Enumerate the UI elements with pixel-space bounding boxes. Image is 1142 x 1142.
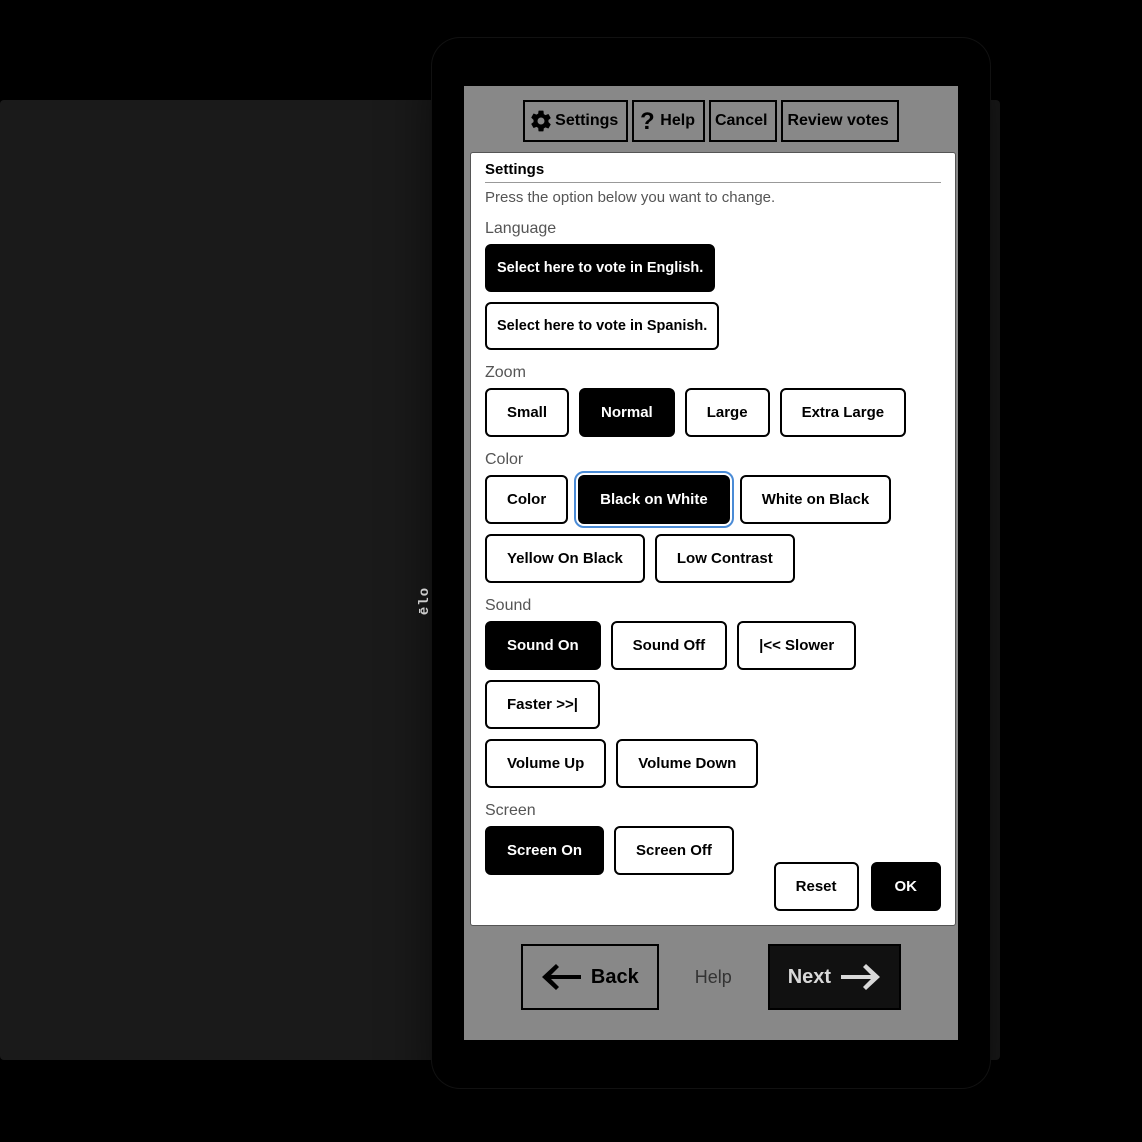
language-section-label: Language xyxy=(485,220,941,238)
volume-up-option[interactable]: Volume Up xyxy=(485,739,606,788)
device-brand-label: ēlo xyxy=(417,587,433,615)
sound-on-option[interactable]: Sound On xyxy=(485,621,601,670)
tablet-screen: Settings ? Help Cancel Review votes xyxy=(462,84,960,1042)
modal-footer: Reset OK xyxy=(774,862,941,911)
zoom-section-label: Zoom xyxy=(485,364,941,382)
sound-options: Sound On Sound Off |<< Slower Faster >>| xyxy=(485,621,941,729)
arrow-left-icon xyxy=(541,963,581,991)
reset-button[interactable]: Reset xyxy=(774,862,859,911)
zoom-options: Small Normal Large Extra Large xyxy=(485,388,941,437)
settings-button[interactable]: Settings xyxy=(523,100,628,142)
review-votes-button[interactable]: Review votes xyxy=(781,100,898,142)
modal-title: Settings xyxy=(485,161,941,183)
color-white-on-black-option[interactable]: White on Black xyxy=(740,475,892,524)
sound-slower-option[interactable]: |<< Slower xyxy=(737,621,856,670)
page: ēlo Settings ? Help Cancel xyxy=(0,0,1142,1142)
sound-faster-option[interactable]: Faster >>| xyxy=(485,680,600,729)
zoom-normal-option[interactable]: Normal xyxy=(579,388,675,437)
color-section-label: Color xyxy=(485,451,941,469)
bottom-help-label[interactable]: Help xyxy=(695,967,732,988)
cancel-button-label: Cancel xyxy=(715,112,767,130)
color-low-contrast-option[interactable]: Low Contrast xyxy=(655,534,795,583)
language-spanish-option[interactable]: Select here to vote in Spanish. xyxy=(485,302,719,350)
language-english-option[interactable]: Select here to vote in English. xyxy=(485,244,715,292)
review-votes-button-label: Review votes xyxy=(787,112,888,130)
cancel-button[interactable]: Cancel xyxy=(709,100,777,142)
zoom-extra-large-option[interactable]: Extra Large xyxy=(780,388,907,437)
modal-subtitle: Press the option below you want to chang… xyxy=(485,189,941,206)
svg-text:?: ? xyxy=(640,109,655,133)
ok-button[interactable]: OK xyxy=(871,862,942,911)
help-button[interactable]: ? Help xyxy=(632,100,705,142)
color-color-option[interactable]: Color xyxy=(485,475,568,524)
top-toolbar: Settings ? Help Cancel Review votes xyxy=(464,100,958,142)
color-options-row-2: Yellow On Black Low Contrast xyxy=(485,534,941,583)
screen-on-option[interactable]: Screen On xyxy=(485,826,604,875)
next-button[interactable]: Next xyxy=(768,944,901,1010)
bottom-nav: Back Help Next xyxy=(464,944,958,1010)
screen-section-label: Screen xyxy=(485,802,941,820)
color-options: Color Black on White White on Black xyxy=(485,475,941,524)
help-button-label: Help xyxy=(660,112,695,130)
language-options: Select here to vote in English. Select h… xyxy=(485,244,941,350)
sound-off-option[interactable]: Sound Off xyxy=(611,621,727,670)
gear-icon xyxy=(529,109,553,133)
zoom-large-option[interactable]: Large xyxy=(685,388,770,437)
settings-button-label: Settings xyxy=(555,112,618,130)
settings-modal: Settings Press the option below you want… xyxy=(470,152,956,926)
next-button-label: Next xyxy=(788,966,831,989)
volume-down-option[interactable]: Volume Down xyxy=(616,739,758,788)
color-black-on-white-option[interactable]: Black on White xyxy=(578,475,730,524)
question-icon: ? xyxy=(638,109,658,133)
back-button-label: Back xyxy=(591,966,639,989)
zoom-small-option[interactable]: Small xyxy=(485,388,569,437)
screen-off-option[interactable]: Screen Off xyxy=(614,826,734,875)
sound-section-label: Sound xyxy=(485,597,941,615)
sound-options-row-2: Volume Up Volume Down xyxy=(485,739,941,788)
tablet-frame: ēlo Settings ? Help Cancel xyxy=(432,38,990,1088)
arrow-right-icon xyxy=(841,963,881,991)
color-yellow-on-black-option[interactable]: Yellow On Black xyxy=(485,534,645,583)
back-button[interactable]: Back xyxy=(521,944,659,1010)
